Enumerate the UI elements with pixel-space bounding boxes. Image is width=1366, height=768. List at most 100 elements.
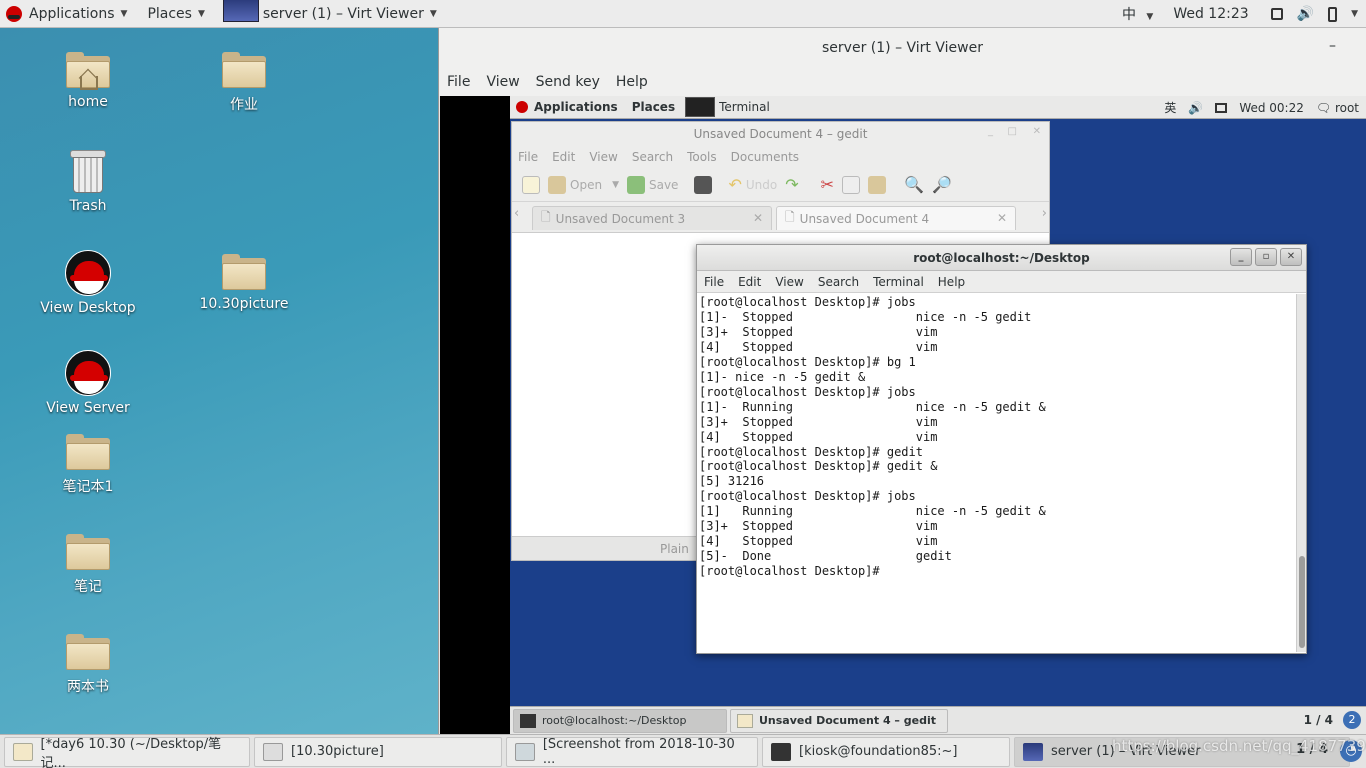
virt-viewer-display[interactable]: Applications Places Terminal 英 🔊 Wed 00:… bbox=[440, 96, 1366, 734]
terminal-line: [3]+ Stopped vim bbox=[699, 414, 938, 429]
menu-file[interactable]: File bbox=[447, 74, 470, 90]
guest-active-app[interactable]: Terminal bbox=[719, 100, 770, 114]
terminal-menu-edit[interactable]: Edit bbox=[738, 275, 761, 289]
battery-icon[interactable] bbox=[1328, 6, 1338, 22]
guest-desktop[interactable]: Applications Places Terminal 英 🔊 Wed 00:… bbox=[510, 96, 1366, 734]
gedit-menu-file[interactable]: File bbox=[518, 150, 538, 164]
clock[interactable]: Wed 12:23 bbox=[1173, 6, 1248, 22]
minimize-button[interactable]: _ bbox=[988, 126, 993, 137]
volume-icon[interactable]: 🔊 bbox=[1297, 6, 1314, 22]
input-method-indicator[interactable]: 中 ▼ bbox=[1122, 4, 1153, 24]
guest-network-icon[interactable] bbox=[1215, 102, 1228, 113]
desktop-icon-notebook1[interactable]: 笔记本1 bbox=[33, 434, 143, 496]
guest-clock[interactable]: Wed 00:22 bbox=[1239, 101, 1304, 115]
search-icon[interactable]: 🔍 bbox=[904, 175, 924, 194]
terminal-line: [5] 31216 bbox=[699, 474, 765, 489]
workspace-indicator[interactable]: 1 / 4 bbox=[1304, 713, 1333, 727]
close-tab-icon[interactable]: ✕ bbox=[997, 211, 1007, 225]
close-tab-icon[interactable]: ✕ bbox=[753, 211, 763, 225]
open-button[interactable]: Open ▼ bbox=[548, 175, 619, 194]
places-menu[interactable]: Places ▼ bbox=[141, 0, 210, 28]
task-kiosk-terminal[interactable]: [kiosk@foundation85:~] bbox=[762, 736, 1010, 767]
desktop-icon-notes[interactable]: 笔记 bbox=[33, 534, 143, 596]
terminal-line: [root@localhost Desktop]# jobs bbox=[699, 295, 916, 309]
virt-viewer-titlebar[interactable]: server (1) – Virt Viewer – bbox=[439, 28, 1366, 68]
terminal-menu-help[interactable]: Help bbox=[938, 275, 965, 289]
guest-user-menu[interactable]: 🗨 root bbox=[1316, 101, 1359, 115]
open-label: Open bbox=[570, 177, 603, 192]
guest-task-gedit[interactable]: Unsaved Document 4 – gedit bbox=[730, 708, 948, 733]
terminal-line: [4] Stopped vim bbox=[699, 339, 938, 354]
places-label: Places bbox=[147, 5, 192, 22]
terminal-line: [1] Running nice -n -5 gedit & bbox=[699, 504, 1046, 519]
guest-volume-icon[interactable]: 🔊 bbox=[1188, 101, 1203, 115]
gedit-menu-view[interactable]: View bbox=[589, 150, 617, 164]
menu-view[interactable]: View bbox=[486, 74, 519, 90]
terminal-window[interactable]: root@localhost:~/Desktop _ ▫ ✕ File Edit… bbox=[696, 244, 1307, 654]
gedit-menu-search[interactable]: Search bbox=[632, 150, 673, 164]
power-menu-arrow-icon[interactable]: ▼ bbox=[1351, 9, 1358, 19]
desktop-icon-view-desktop[interactable]: View Desktop bbox=[33, 250, 143, 316]
guest-places-menu[interactable]: Places bbox=[632, 100, 675, 114]
menu-send-key[interactable]: Send key bbox=[536, 74, 600, 90]
task-gedit-day6[interactable]: [*day6 10.30 (~/Desktop/笔记... bbox=[4, 736, 250, 768]
tab-unsaved-document-3[interactable]: 🗋 Unsaved Document 3 ✕ bbox=[532, 206, 772, 230]
cut-icon[interactable]: ✂ bbox=[821, 175, 834, 194]
task-screenshot[interactable]: [Screenshot from 2018-10-30 ... bbox=[506, 736, 758, 767]
close-button[interactable]: ✕ bbox=[1033, 126, 1041, 137]
guest-task-terminal[interactable]: root@localhost:~/Desktop bbox=[513, 708, 727, 733]
minimize-button[interactable]: _ bbox=[1230, 248, 1252, 266]
screen-icon[interactable] bbox=[1270, 8, 1283, 20]
gedit-menu-tools[interactable]: Tools bbox=[687, 150, 717, 164]
print-icon[interactable] bbox=[694, 175, 713, 194]
gedit-titlebar[interactable]: Unsaved Document 4 – gedit _ □ ✕ bbox=[512, 122, 1049, 146]
terminal-output[interactable]: [root@localhost Desktop]# jobs [1]- Stopp… bbox=[697, 294, 1296, 652]
desktop-icon-homework[interactable]: 作业 bbox=[189, 52, 299, 114]
workspace-icon[interactable]: 2 bbox=[1343, 711, 1361, 729]
copy-icon[interactable] bbox=[842, 175, 861, 194]
paste-icon[interactable] bbox=[868, 175, 887, 194]
tab-unsaved-document-4[interactable]: 🗋 Unsaved Document 4 ✕ bbox=[776, 206, 1016, 230]
terminal-titlebar[interactable]: root@localhost:~/Desktop _ ▫ ✕ bbox=[697, 245, 1306, 271]
desktop-icon-two-books[interactable]: 两本书 bbox=[33, 634, 143, 696]
desktop-icon-view-server[interactable]: View Server bbox=[33, 350, 143, 416]
desktop-icon-10-30picture[interactable]: 10.30picture bbox=[189, 254, 299, 312]
terminal-menu-search[interactable]: Search bbox=[818, 275, 859, 289]
undo-button[interactable]: ↶ Undo bbox=[728, 175, 777, 194]
task-label: [*day6 10.30 (~/Desktop/笔记... bbox=[40, 736, 222, 768]
language-selector[interactable]: Plain bbox=[660, 542, 689, 556]
active-window-menu[interactable]: server (1) – Virt Viewer ▼ bbox=[217, 0, 443, 28]
desktop-icon-label: 10.30picture bbox=[199, 296, 289, 312]
task-label: Unsaved Document 4 – gedit bbox=[759, 714, 936, 727]
host-top-bar: Applications ▼ Places ▼ server (1) – Vir… bbox=[0, 0, 1366, 28]
applications-menu[interactable]: Applications ▼ bbox=[0, 0, 133, 28]
new-document-icon[interactable] bbox=[522, 175, 540, 194]
desktop-icon-label: 作业 bbox=[230, 97, 258, 113]
search-replace-icon[interactable]: 🔎 bbox=[932, 175, 952, 194]
desktop-icon-trash[interactable]: Trash bbox=[33, 150, 143, 214]
scrollbar-thumb[interactable] bbox=[1299, 556, 1305, 648]
terminal-scrollbar[interactable] bbox=[1296, 294, 1306, 652]
maximize-button[interactable]: □ bbox=[1008, 126, 1017, 137]
tab-scroll-right-icon[interactable]: › bbox=[1042, 206, 1047, 221]
gedit-menu-documents[interactable]: Documents bbox=[731, 150, 799, 164]
terminal-menu-view[interactable]: View bbox=[775, 275, 803, 289]
guest-applications-menu[interactable]: Applications bbox=[534, 100, 618, 114]
menu-help[interactable]: Help bbox=[616, 74, 648, 90]
gedit-menu-edit[interactable]: Edit bbox=[552, 150, 575, 164]
maximize-button[interactable]: ▫ bbox=[1255, 248, 1277, 266]
task-label: [10.30picture] bbox=[291, 744, 384, 759]
terminal-menu-terminal[interactable]: Terminal bbox=[873, 275, 924, 289]
redo-icon[interactable]: ↷ bbox=[785, 175, 798, 194]
save-button[interactable]: Save bbox=[626, 175, 678, 194]
terminal-menu-file[interactable]: File bbox=[704, 275, 724, 289]
tab-scroll-left-icon[interactable]: ‹ bbox=[514, 206, 519, 221]
task-label: root@localhost:~/Desktop bbox=[542, 714, 687, 727]
desktop-icon-home[interactable]: home bbox=[33, 52, 143, 110]
tab-label: Unsaved Document 3 bbox=[555, 211, 686, 226]
guest-input-method[interactable]: 英 bbox=[1164, 99, 1176, 116]
close-button[interactable]: ✕ bbox=[1280, 248, 1302, 266]
task-10-30picture[interactable]: [10.30picture] bbox=[254, 736, 502, 767]
trash-icon bbox=[70, 150, 106, 194]
minimize-button[interactable]: – bbox=[1329, 38, 1336, 54]
